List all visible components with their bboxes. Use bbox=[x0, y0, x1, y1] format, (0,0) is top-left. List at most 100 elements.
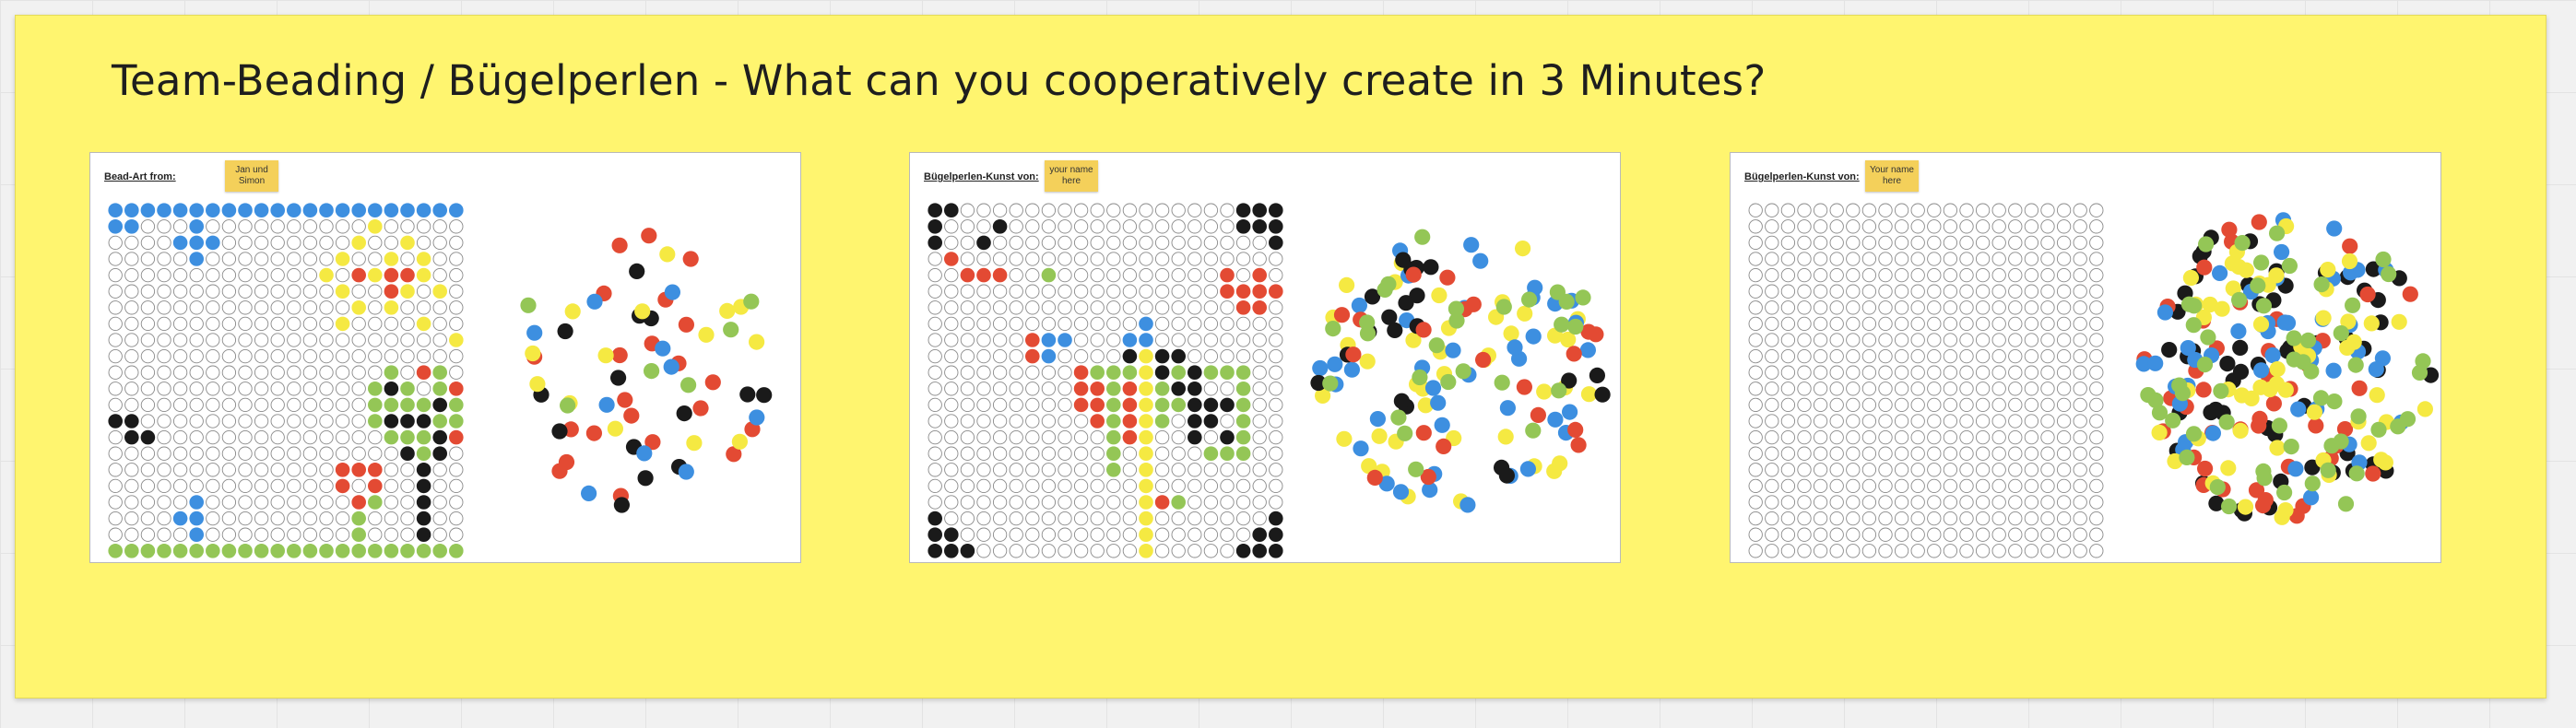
loose-bead-blue[interactable] bbox=[1579, 342, 1596, 358]
bead-red[interactable] bbox=[1122, 429, 1138, 445]
bead-black[interactable] bbox=[1188, 365, 1202, 380]
loose-bead-yellow[interactable] bbox=[2363, 315, 2380, 332]
bead-blue[interactable] bbox=[287, 203, 301, 217]
loose-bead-black[interactable] bbox=[2232, 339, 2249, 356]
loose-bead-yellow[interactable] bbox=[698, 326, 715, 343]
bead-green[interactable] bbox=[319, 544, 334, 558]
loose-bead-yellow[interactable] bbox=[2306, 404, 2322, 420]
bead-green[interactable] bbox=[1106, 397, 1121, 413]
loose-bead-yellow[interactable] bbox=[2220, 460, 2237, 476]
bead-black[interactable] bbox=[400, 446, 415, 462]
bead-yellow[interactable] bbox=[335, 252, 350, 266]
loose-bead-yellow[interactable] bbox=[749, 334, 765, 350]
loose-bead-green[interactable] bbox=[2304, 476, 2321, 492]
bead-green[interactable] bbox=[302, 544, 318, 558]
loose-bead-green[interactable] bbox=[2303, 363, 2320, 380]
loose-bead-red[interactable] bbox=[1570, 437, 1587, 453]
loose-bead-black[interactable] bbox=[739, 386, 756, 403]
loose-bead-green[interactable] bbox=[2171, 377, 2188, 393]
loose-bead-yellow[interactable] bbox=[2416, 401, 2433, 417]
loose-bead-yellow[interactable] bbox=[597, 347, 614, 364]
bead-black[interactable] bbox=[1203, 414, 1219, 429]
bead-blue[interactable] bbox=[172, 203, 188, 217]
loose-bead-green[interactable] bbox=[2326, 393, 2343, 410]
loose-bead-blue[interactable] bbox=[1459, 497, 1476, 513]
bead-red[interactable] bbox=[449, 382, 464, 396]
loose-bead-black[interactable] bbox=[676, 405, 692, 422]
bead-red[interactable] bbox=[400, 267, 415, 283]
loose-bead-yellow[interactable] bbox=[2373, 452, 2390, 468]
loose-bead-red[interactable] bbox=[678, 316, 695, 333]
bead-red[interactable] bbox=[1269, 284, 1283, 299]
bead-black[interactable] bbox=[1252, 203, 1267, 217]
loose-bead-green[interactable] bbox=[2250, 277, 2266, 294]
bead-blue[interactable] bbox=[1058, 333, 1072, 347]
bead-red[interactable] bbox=[1090, 382, 1105, 396]
bead-black[interactable] bbox=[1235, 219, 1251, 234]
loose-bead-blue[interactable] bbox=[655, 340, 671, 357]
bead-card-1[interactable]: Bead-Art from: Jan und Simon bbox=[89, 152, 801, 563]
loose-bead-yellow[interactable] bbox=[1536, 383, 1553, 400]
bead-green[interactable] bbox=[1106, 446, 1121, 462]
bead-blue[interactable] bbox=[206, 203, 220, 217]
loose-bead-green[interactable] bbox=[1558, 293, 1575, 310]
loose-bead-yellow[interactable] bbox=[2391, 313, 2407, 330]
bead-green[interactable] bbox=[1041, 267, 1057, 283]
loose-bead-green[interactable] bbox=[2370, 421, 2387, 438]
bead-green[interactable] bbox=[400, 544, 415, 558]
loose-bead-red[interactable] bbox=[1415, 322, 1432, 338]
loose-bead-blue[interactable] bbox=[581, 485, 597, 501]
loose-bead-red[interactable] bbox=[1516, 379, 1532, 395]
bead-blue[interactable] bbox=[319, 203, 334, 217]
bead-green[interactable] bbox=[351, 544, 367, 558]
bead-green[interactable] bbox=[1203, 446, 1219, 462]
loose-bead-blue[interactable] bbox=[2290, 401, 2307, 417]
bead-blue[interactable] bbox=[189, 527, 204, 542]
bead-green[interactable] bbox=[416, 397, 431, 413]
bead-blue[interactable] bbox=[189, 495, 204, 510]
loose-bead-yellow[interactable] bbox=[2230, 259, 2247, 276]
bead-black[interactable] bbox=[928, 203, 942, 217]
loose-bead-blue[interactable] bbox=[2287, 461, 2304, 477]
bead-yellow[interactable] bbox=[1139, 397, 1153, 413]
loose-bead-red[interactable] bbox=[1530, 406, 1546, 423]
loose-bead-blue[interactable] bbox=[1369, 411, 1386, 428]
loose-bead-blue[interactable] bbox=[663, 358, 679, 375]
bead-red[interactable] bbox=[351, 463, 367, 477]
loose-bead-green[interactable] bbox=[2337, 496, 2355, 512]
loose-bead-green[interactable] bbox=[1494, 374, 1510, 391]
bead-red[interactable] bbox=[384, 284, 399, 299]
bead-green[interactable] bbox=[432, 365, 448, 380]
bead-green[interactable] bbox=[1106, 463, 1121, 477]
loose-bead-yellow[interactable] bbox=[525, 345, 541, 362]
bead-black[interactable] bbox=[928, 544, 942, 558]
loose-bead-green[interactable] bbox=[2299, 332, 2317, 348]
loose-bead-green[interactable] bbox=[2147, 392, 2164, 408]
bead-black[interactable] bbox=[1154, 365, 1170, 380]
bead-black[interactable] bbox=[384, 382, 399, 396]
bead-yellow[interactable] bbox=[1139, 446, 1153, 462]
bead-black[interactable] bbox=[992, 219, 1008, 234]
loose-bead-red[interactable] bbox=[2359, 286, 2376, 303]
loose-bead-blue[interactable] bbox=[1507, 339, 1523, 356]
loose-bead-blue[interactable] bbox=[2253, 362, 2270, 379]
bead-red[interactable] bbox=[335, 463, 350, 477]
loose-bead-green[interactable] bbox=[1412, 369, 1428, 386]
loose-bead-blue[interactable] bbox=[2325, 362, 2342, 379]
bead-black[interactable] bbox=[928, 219, 942, 234]
bead-black[interactable] bbox=[1269, 544, 1283, 558]
loose-bead-green[interactable] bbox=[2179, 449, 2195, 465]
loose-bead-yellow[interactable] bbox=[2182, 269, 2199, 287]
bead-green[interactable] bbox=[1090, 365, 1105, 380]
loose-bead-blue[interactable] bbox=[1343, 361, 1360, 378]
loose-bead-red[interactable] bbox=[1366, 469, 1383, 486]
bead-black[interactable] bbox=[1188, 382, 1202, 396]
bead-blue[interactable] bbox=[206, 235, 220, 251]
loose-bead-yellow[interactable] bbox=[2369, 387, 2385, 404]
loose-bead-yellow[interactable] bbox=[1359, 353, 1376, 370]
loose-bead-yellow[interactable] bbox=[1371, 428, 1388, 444]
bead-blue[interactable] bbox=[124, 203, 139, 217]
loose-bead-red[interactable] bbox=[2221, 221, 2238, 238]
bead-blue[interactable] bbox=[189, 252, 204, 266]
bead-green[interactable] bbox=[400, 429, 415, 445]
